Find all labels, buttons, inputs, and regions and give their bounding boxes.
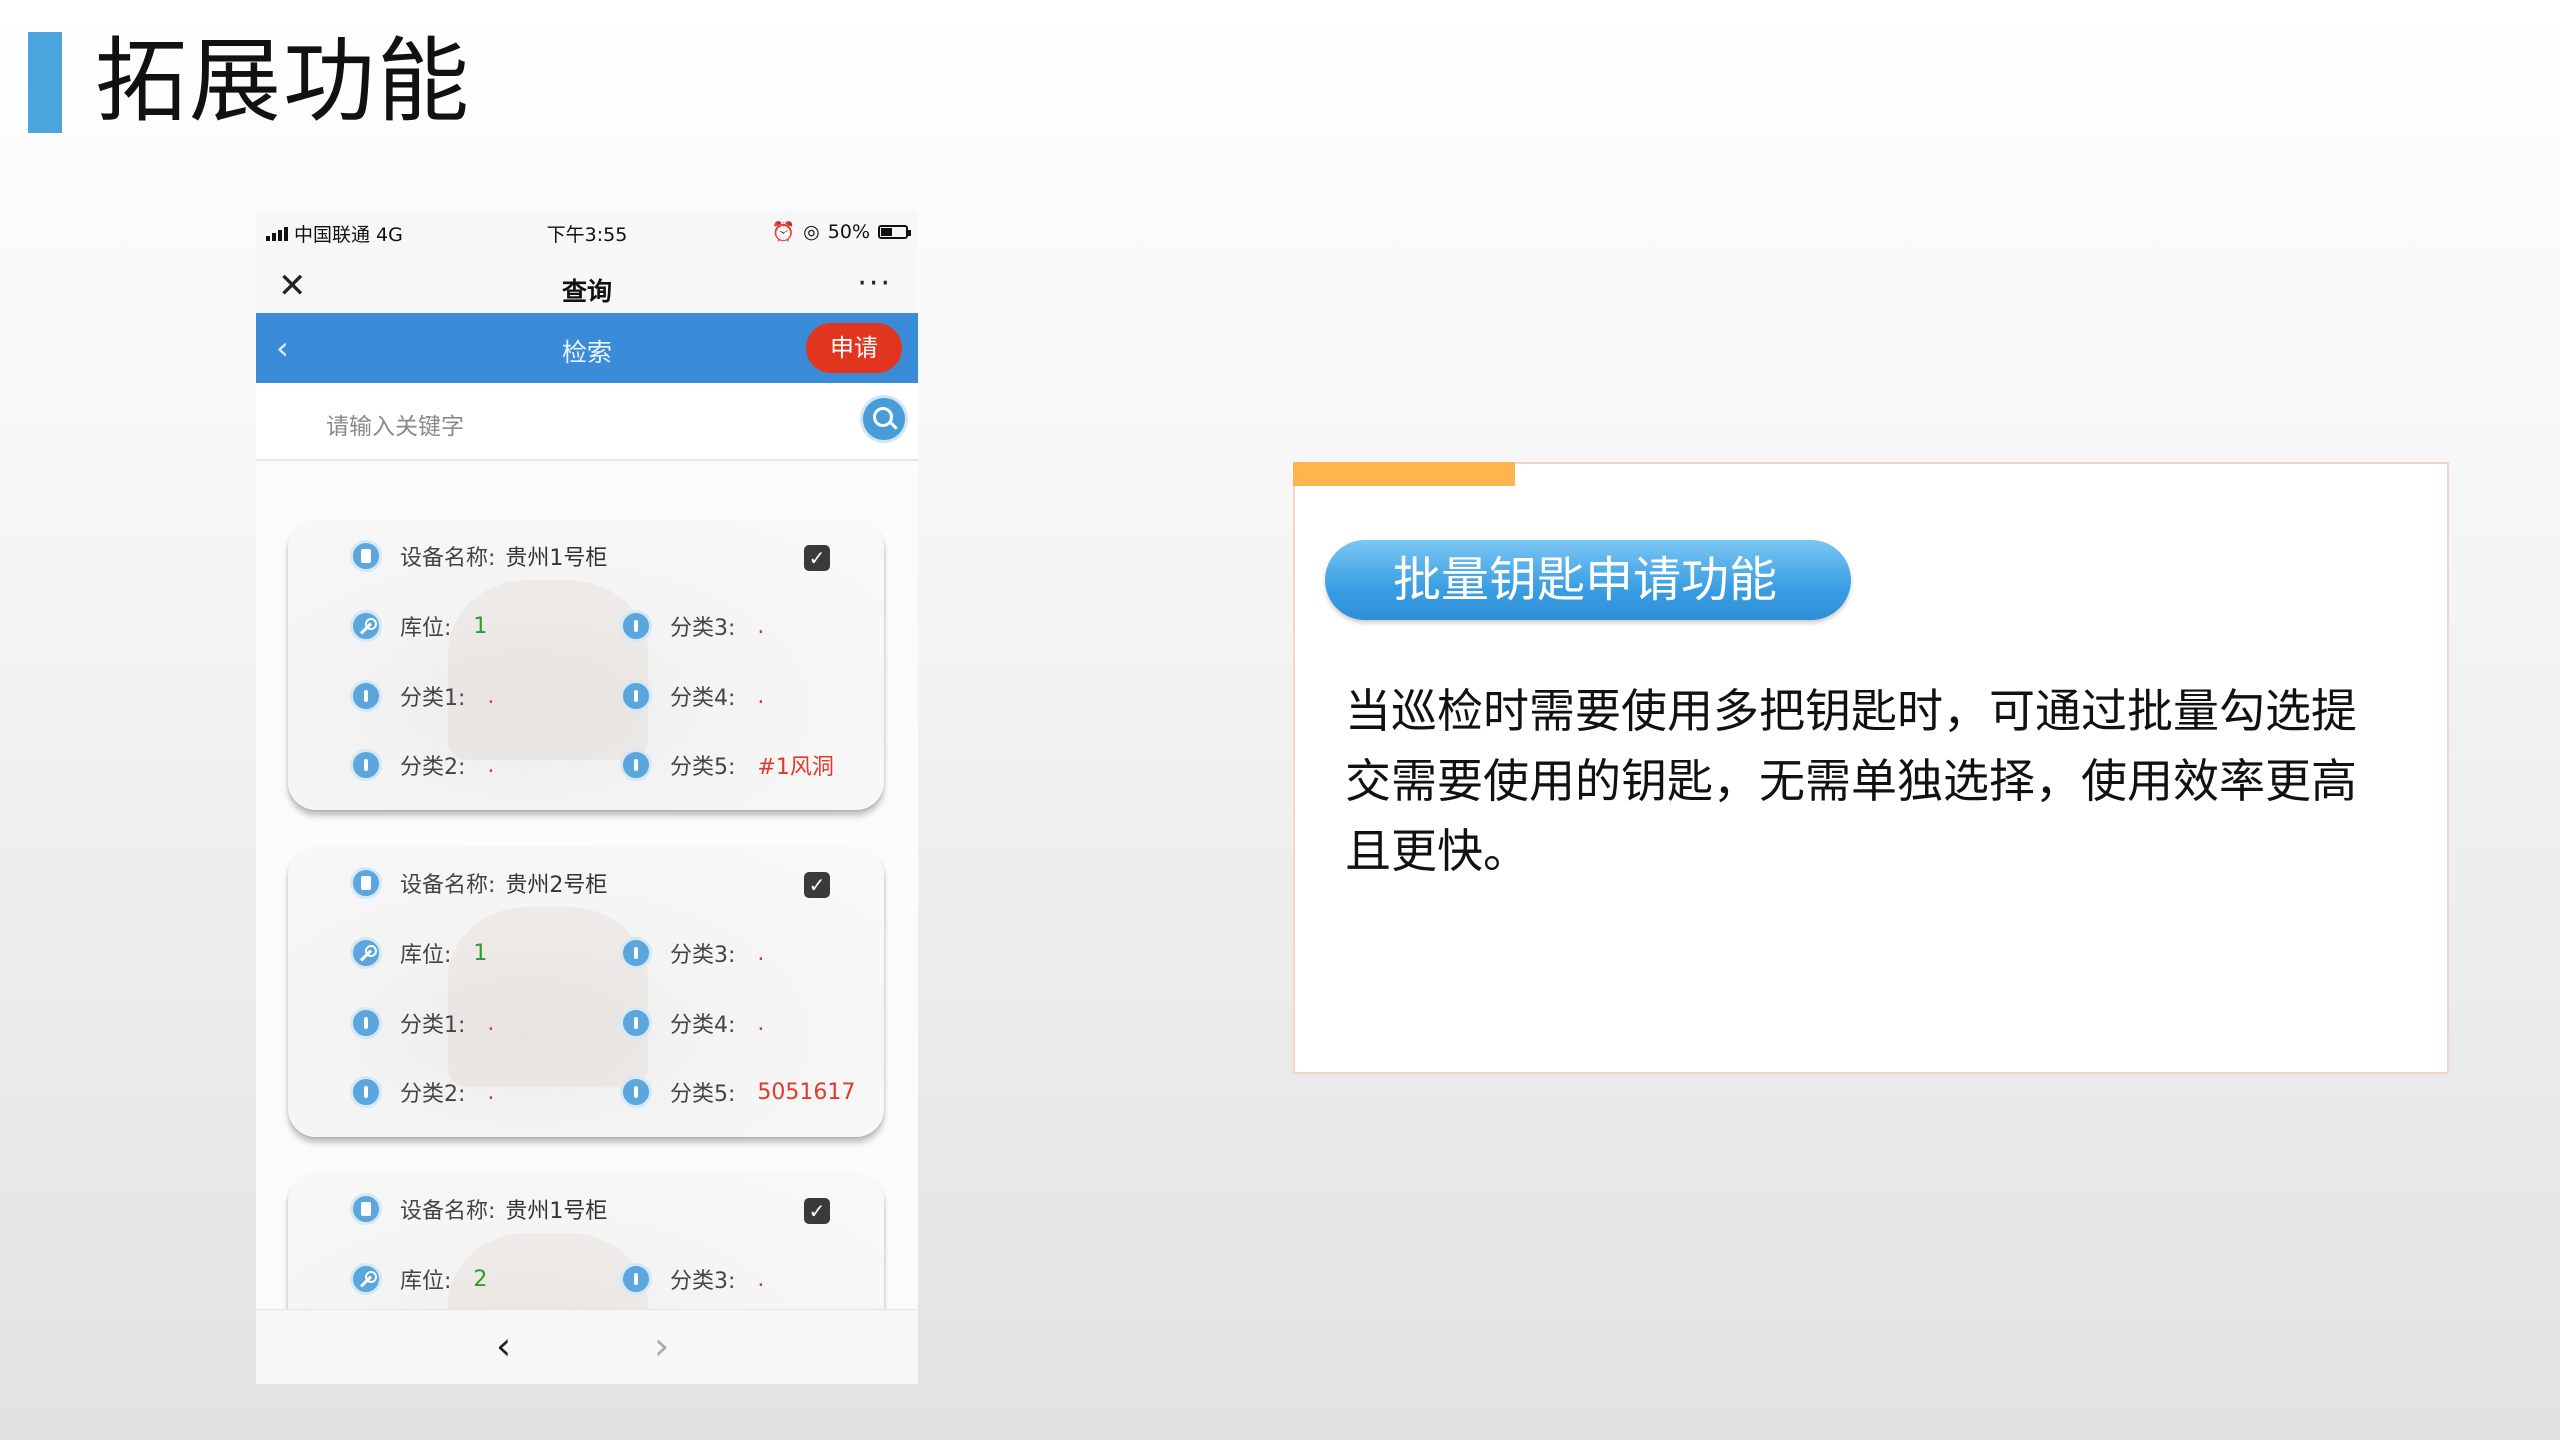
key-icon — [350, 610, 382, 642]
background-photo — [448, 907, 648, 1087]
location-label: 库位: — [400, 616, 452, 641]
location-value: 2 — [473, 1266, 488, 1292]
cat2-value: . — [487, 752, 495, 778]
info-icon — [620, 749, 652, 781]
search-box: 请输入关键字 — [256, 383, 918, 461]
info-icon — [350, 749, 382, 781]
cat5-value: #1风洞 — [757, 755, 834, 780]
cat2-label: 分类2: — [400, 1082, 466, 1107]
info-icon — [620, 1263, 652, 1295]
nav-bar: ✕ 查询 ··· — [256, 252, 918, 322]
battery-icon — [878, 224, 911, 239]
apply-button[interactable]: 申请 — [806, 323, 902, 373]
feature-heading: 批量钥匙申请功能 — [1325, 540, 1851, 620]
select-checkbox[interactable]: ✓ — [804, 545, 830, 571]
select-checkbox[interactable]: ✓ — [804, 872, 830, 898]
device-name-label: 设备名称: — [400, 1199, 496, 1224]
device-card[interactable]: 设备名称: 贵州1号柜 ✓ 库位: 2 分类3: . — [288, 1173, 884, 1318]
status-bar: 中国联通 4G 下午3:55 ⏰ ◎ 50% — [256, 210, 918, 252]
panel-accent-bar — [1293, 462, 1515, 486]
feature-description: 当巡检时需要使用多把钥匙时，可通过批量勾选提交需要使用的钥匙，无需单独选择，使用… — [1345, 684, 2357, 878]
cat1-value: . — [487, 683, 495, 709]
select-checkbox[interactable]: ✓ — [804, 1198, 830, 1224]
info-icon — [350, 1007, 382, 1039]
nav-title: 查询 — [561, 277, 612, 306]
alarm-icon: ⏰ — [771, 221, 796, 243]
cat4-label: 分类4: — [670, 1013, 736, 1038]
info-icon — [350, 680, 382, 712]
rotation-lock-icon: ◎ — [803, 220, 820, 243]
info-icon — [620, 937, 652, 969]
cat5-value: 5051617 — [757, 1079, 856, 1105]
phone-screenshot: 中国联通 4G 下午3:55 ⏰ ◎ 50% ✕ 查询 ··· ‹ 检索 申请 … — [256, 210, 918, 1384]
device-icon — [350, 1193, 382, 1225]
key-icon — [350, 1263, 382, 1295]
cat1-label: 分类1: — [400, 1013, 466, 1038]
cat5-label: 分类5: — [670, 1082, 736, 1107]
cat3-label: 分类3: — [670, 1269, 736, 1294]
battery-percent: 50% — [827, 220, 870, 243]
cat3-value: . — [757, 940, 765, 966]
search-header: ‹ 检索 申请 — [256, 313, 918, 383]
cat3-value: . — [757, 613, 765, 639]
forward-arrow-icon[interactable]: › — [654, 1324, 669, 1368]
more-icon[interactable]: ··· — [857, 266, 892, 301]
feature-panel: 批量钥匙申请功能 当巡检时需要使用多把钥匙时，可通过批量勾选提交需要使用的钥匙，… — [1293, 462, 2449, 1074]
key-icon — [350, 937, 382, 969]
search-icon[interactable] — [860, 395, 908, 443]
info-icon — [620, 680, 652, 712]
device-icon — [350, 540, 382, 572]
device-name-label: 设备名称: — [400, 546, 496, 571]
cat1-label: 分类1: — [400, 686, 466, 711]
location-label: 库位: — [400, 1269, 452, 1294]
device-name-value: 贵州1号柜 — [505, 546, 608, 571]
cat3-label: 分类3: — [670, 943, 736, 968]
device-card[interactable]: 设备名称: 贵州1号柜 ✓ 库位: 1 分类3: . 分类1: . 分类4: .… — [288, 520, 884, 810]
location-value: 1 — [473, 940, 488, 966]
cat4-value: . — [757, 1010, 765, 1036]
cat2-label: 分类2: — [400, 755, 466, 780]
cat3-label: 分类3: — [670, 616, 736, 641]
location-value: 1 — [473, 613, 488, 639]
info-icon — [620, 1007, 652, 1039]
cat1-value: . — [487, 1010, 495, 1036]
cat2-value: . — [487, 1079, 495, 1105]
device-icon — [350, 867, 382, 899]
info-icon — [350, 1076, 382, 1108]
info-icon — [620, 1076, 652, 1108]
browser-toolbar: ‹ › — [256, 1309, 918, 1384]
info-icon — [620, 610, 652, 642]
location-label: 库位: — [400, 943, 452, 968]
device-name-label: 设备名称: — [400, 873, 496, 898]
device-card[interactable]: 设备名称: 贵州2号柜 ✓ 库位: 1 分类3: . 分类1: . 分类4: .… — [288, 847, 884, 1137]
search-input[interactable]: 请输入关键字 — [326, 407, 464, 441]
device-name-value: 贵州2号柜 — [505, 873, 608, 898]
title-accent-bar — [28, 32, 62, 133]
device-list: 设备名称: 贵州1号柜 ✓ 库位: 1 分类3: . 分类1: . 分类4: .… — [256, 461, 918, 1318]
cat4-label: 分类4: — [670, 686, 736, 711]
cat5-label: 分类5: — [670, 755, 736, 780]
page-title: 拓展功能 — [95, 28, 472, 135]
back-arrow-icon[interactable]: ‹ — [496, 1324, 511, 1368]
cat4-value: . — [757, 683, 765, 709]
device-name-value: 贵州1号柜 — [505, 1199, 608, 1224]
cat3-value: . — [757, 1266, 765, 1292]
background-photo — [448, 580, 648, 760]
